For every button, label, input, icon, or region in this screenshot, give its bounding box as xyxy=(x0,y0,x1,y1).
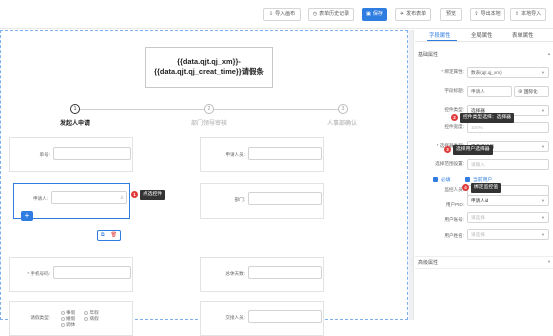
control-width-input[interactable]: 100% xyxy=(467,122,549,133)
save-icon: ▣ xyxy=(366,11,371,17)
preview-button[interactable]: 预览 xyxy=(440,8,462,21)
canvas-scrollbar[interactable] xyxy=(409,30,413,320)
user-pid-select[interactable]: 申请人id ▼ xyxy=(467,195,549,206)
add-field-icon[interactable]: + xyxy=(21,211,33,221)
tab-global-properties[interactable]: 全局属性 xyxy=(471,31,493,39)
step-1-label: 发起人申请 xyxy=(60,121,91,127)
field-leave-type[interactable]: 请假类型: 事假 年假 婚假 病假 调休 xyxy=(9,301,133,336)
step-connector xyxy=(80,109,204,110)
phone-input[interactable] xyxy=(53,266,131,279)
tip-2-badge: 2 xyxy=(451,114,458,121)
form-page: {{data.qjt.qj_xm}}- {{data.qjt.qj_creat_… xyxy=(0,30,408,336)
chevron-down-icon: ▼ xyxy=(541,215,545,220)
user-name-select[interactable]: 请选择 ▼ xyxy=(467,229,549,240)
applicant-unit-input[interactable] xyxy=(248,147,322,160)
step-3-label: 人事部确认 xyxy=(327,121,358,127)
radio-option[interactable]: 事假 xyxy=(61,310,75,315)
radio-option[interactable]: 年假 xyxy=(84,310,99,315)
tab-field-properties[interactable]: 字段属性 xyxy=(429,31,451,39)
tip-3: 选择用户选择器 xyxy=(453,145,493,155)
field-department[interactable]: 部门: xyxy=(200,183,324,219)
field-card-no[interactable]: 单号: xyxy=(9,137,133,172)
i18n-button[interactable]: ⊕ 国际化 xyxy=(514,86,549,97)
field-leave-days[interactable]: 总休天数: xyxy=(200,257,324,292)
chevron-down-icon[interactable]: ▼ xyxy=(547,259,551,264)
step-2-circle: 2 xyxy=(204,104,214,114)
save-button[interactable]: ▣ 保存 xyxy=(362,8,387,21)
delete-icon[interactable]: 🗑 xyxy=(111,231,117,240)
section-basic-title: 基础属性 xyxy=(418,52,439,58)
export-local-button[interactable]: ⇪ 导出本地 xyxy=(470,8,505,21)
radio-option[interactable]: 病假 xyxy=(84,316,99,321)
user-account-select[interactable]: 请选择 ▼ xyxy=(467,212,549,223)
field-applicant-unit[interactable]: 申请人员: xyxy=(200,137,324,172)
step-1-circle: 1 xyxy=(70,104,80,114)
select-scope-input[interactable]: 请输入 xyxy=(467,159,549,170)
export-icon: ⇪ xyxy=(474,11,479,17)
chevron-down-icon: ▼ xyxy=(541,144,545,149)
tip-1: 点选控件 xyxy=(140,190,166,200)
divider xyxy=(415,256,553,257)
upload-icon: ⇧ xyxy=(514,11,520,17)
user-icon: ♙ xyxy=(119,195,124,200)
tip-2: 控件类型选择：选择器 xyxy=(460,113,514,123)
tip-4: 绑定监控值 xyxy=(471,183,501,193)
current-user-label: 当前用户 xyxy=(473,178,493,183)
leave-days-input[interactable] xyxy=(248,266,322,279)
required-checkbox[interactable] xyxy=(433,177,438,182)
leave-type-radios: 事假 年假 婚假 病假 调休 xyxy=(61,310,131,328)
step-2-label: 部门领导审核 xyxy=(191,121,228,127)
chevron-down-icon: ▼ xyxy=(541,232,545,237)
divider xyxy=(415,268,553,269)
import-canvas-button[interactable]: ⇩ 导入画布 xyxy=(263,8,301,21)
field-title-input[interactable]: 申请人 xyxy=(467,86,512,97)
form-canvas: {{data.qjt.qj_xm}}- {{data.qjt.qj_creat_… xyxy=(0,30,414,336)
tip-4-badge: 4 xyxy=(462,184,469,191)
tip-1-badge: 1 xyxy=(131,191,138,198)
import-local-button[interactable]: ⇧ 本地导入 xyxy=(510,8,546,21)
step-connector xyxy=(214,109,338,110)
chevron-down-icon: ▼ xyxy=(541,198,545,203)
department-input[interactable] xyxy=(248,192,322,205)
radio-option[interactable]: 婚假 xyxy=(61,316,75,321)
section-advanced-title: 高级属性 xyxy=(418,260,439,266)
toolbar: ⇩ 导入画布 ◷ 表单历史记录 ▣ 保存 ✈ 发布表单 预览 ⇪ 导出本地 ⇧ 本地导入 xyxy=(0,0,553,29)
field-phone[interactable]: * 手机号码: xyxy=(9,257,133,292)
tab-divider xyxy=(415,41,553,42)
current-user-checkbox[interactable] xyxy=(465,177,470,182)
import-icon: ⇩ xyxy=(268,11,274,17)
history-button[interactable]: ◷ 表单历史记录 xyxy=(308,8,354,21)
tip-3-badge: 3 xyxy=(444,146,451,153)
field-actions: ⧉ 🗑 xyxy=(97,230,121,241)
tab-form-properties[interactable]: 表单属性 xyxy=(512,31,534,39)
publish-button[interactable]: ✈ 发布表单 xyxy=(395,8,431,21)
chevron-up-icon[interactable]: ▲ xyxy=(547,51,551,56)
history-icon: ◷ xyxy=(312,11,318,17)
properties-panel: 字段属性 全局属性 表单属性 基础属性 ▲ * 绑定属性: 数表(qjt.qj_… xyxy=(415,30,553,320)
send-icon: ✈ xyxy=(399,11,405,17)
chevron-down-icon: ▼ xyxy=(541,108,545,113)
copy-icon[interactable]: ⧉ xyxy=(101,231,105,240)
handover-input[interactable] xyxy=(248,310,322,323)
required-label: 必填 xyxy=(441,178,451,183)
field-handover[interactable]: 交接人员: xyxy=(200,301,324,336)
applicant-input[interactable]: ♙ xyxy=(51,191,127,204)
bind-property-select[interactable]: 数表(qjt.qj_xm) ▼ xyxy=(467,67,549,78)
form-title[interactable]: {{data.qjt.qj_xm}}- {{data.qjt.qj_creat_… xyxy=(145,47,273,88)
chevron-down-icon: ▼ xyxy=(541,70,545,75)
card-no-input[interactable] xyxy=(53,147,131,160)
radio-option[interactable]: 调休 xyxy=(61,322,75,327)
step-3-circle: 3 xyxy=(338,104,348,114)
